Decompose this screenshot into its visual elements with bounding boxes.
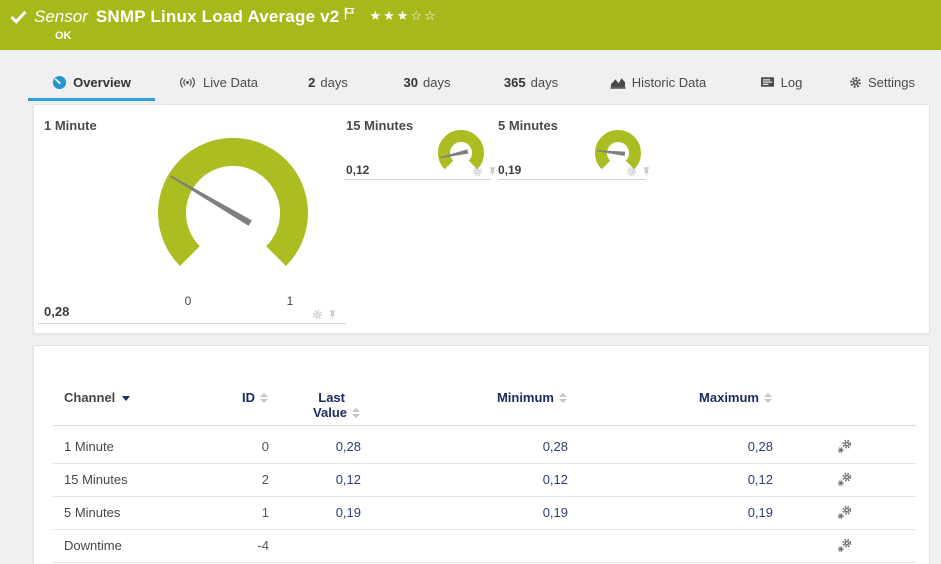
column-header-minimum-label: Minimum: [496, 390, 554, 405]
log-icon: [760, 76, 775, 88]
gauge-title-5-minutes: 5 Minutes: [498, 118, 558, 133]
cell-channel: 15 Minutes: [64, 472, 128, 487]
cell-id: 1: [261, 505, 269, 520]
tab-settings-label: Settings: [868, 74, 915, 90]
tab-overview-label: Overview: [73, 74, 131, 90]
cell-channel: Downtime: [64, 538, 122, 553]
tab-live-data[interactable]: Live Data: [168, 72, 268, 92]
gauge-value-15-minutes: 0,12: [346, 163, 370, 177]
sort-icon: [764, 393, 773, 403]
cell-minimum: 0,19: [542, 505, 568, 520]
table-row[interactable]: 15 Minutes 2 0,12 0,12 0,12: [53, 463, 916, 497]
cell-last-value: 0,12: [335, 472, 361, 487]
tab-2-days[interactable]: 2 days: [300, 72, 356, 92]
tab-overview[interactable]: Overview: [28, 72, 155, 101]
channels-table-panel: Channel ID Last Value Minimum Maximum 1 …: [33, 345, 930, 564]
cell-maximum: 0,19: [747, 505, 773, 520]
gauge-divider: [344, 179, 491, 180]
gauge-5-minutes-controls: [626, 166, 652, 177]
tab-2-days-number: 2: [308, 74, 316, 90]
gauge-tick-min: 0: [184, 294, 192, 308]
cell-maximum: 0,12: [747, 472, 773, 487]
gauge-value-1-minute: 0,28: [44, 304, 70, 319]
gauge-pin-icon[interactable]: [641, 166, 652, 177]
column-header-last-label: Last: [318, 390, 345, 405]
column-header-maximum[interactable]: Maximum: [568, 390, 773, 405]
column-header-maximum-label: Maximum: [699, 390, 759, 405]
table-header-row: Channel ID Last Value Minimum Maximum: [53, 390, 916, 426]
prtg-sensor-page: Sensor SNMP Linux Load Average v2 ★★★☆☆ …: [0, 0, 941, 564]
gauge-1-minute: [158, 138, 308, 266]
gauge-tick-max: 1: [286, 294, 294, 308]
tab-30-days[interactable]: 30 days: [396, 72, 458, 92]
tab-live-data-label: Live Data: [203, 74, 258, 90]
tab-30-days-label: days: [423, 74, 451, 90]
sensor-status-text: OK: [55, 30, 72, 42]
priority-stars[interactable]: ★★★☆☆: [369, 9, 437, 24]
cell-id: -4: [257, 538, 269, 553]
sort-icon: [352, 408, 361, 418]
sort-desc-icon: [122, 396, 131, 401]
cell-minimum: 0,12: [542, 472, 568, 487]
gauge-pin-icon[interactable]: [487, 166, 498, 177]
cell-last-value: 0,28: [335, 439, 361, 454]
tab-365-days[interactable]: 365 days: [497, 72, 565, 92]
cell-minimum: 0,28: [542, 439, 568, 454]
sensor-status-header: Sensor SNMP Linux Load Average v2 ★★★☆☆ …: [0, 0, 941, 50]
gauge-title-15-minutes: 15 Minutes: [346, 118, 414, 133]
gauge-value-5-minutes: 0,19: [498, 163, 522, 177]
gauge-settings-gear-icon[interactable]: [626, 166, 637, 177]
table-row[interactable]: 1 Minute 0 0,28 0,28 0,28: [53, 430, 916, 464]
tab-log[interactable]: Log: [755, 72, 807, 92]
column-header-value-label: Value: [313, 405, 347, 420]
channel-settings-gear-icon[interactable]: [837, 439, 852, 454]
channel-settings-gear-icon[interactable]: [837, 505, 852, 520]
gauge-icon: [52, 75, 67, 90]
column-header-minimum[interactable]: Minimum: [361, 390, 568, 405]
gauge-15-minutes-controls: [472, 166, 498, 177]
tab-30-days-number: 30: [403, 74, 418, 90]
priority-flag-icon[interactable]: [344, 7, 356, 20]
sort-icon: [260, 393, 269, 403]
object-kind-label: Sensor: [34, 7, 88, 26]
status-check-icon: [10, 10, 27, 24]
table-row[interactable]: Downtime -4: [53, 529, 916, 563]
cell-channel: 1 Minute: [64, 439, 114, 454]
gauges-panel: 1 Minute 0 1 0,28 15 Minutes 0,12 5 Minu…: [33, 104, 930, 334]
sort-icon: [559, 393, 568, 403]
tab-365-days-number: 365: [503, 74, 526, 90]
gauge-divider: [38, 323, 346, 324]
table-row[interactable]: 5 Minutes 1 0,19 0,19 0,19: [53, 496, 916, 530]
column-header-channel[interactable]: Channel: [53, 390, 233, 405]
cell-maximum: 0,28: [747, 439, 773, 454]
channel-settings-gear-icon[interactable]: [837, 472, 852, 487]
cell-last-value: 0,19: [335, 505, 361, 520]
tab-log-label: Log: [780, 74, 803, 90]
gauge-1-minute-controls: [312, 309, 338, 320]
column-header-channel-label: Channel: [64, 390, 116, 405]
column-header-id[interactable]: ID: [233, 390, 269, 405]
historic-chart-icon: [610, 76, 626, 89]
tab-historic-data-label: Historic Data: [631, 74, 707, 90]
cell-channel: 5 Minutes: [64, 505, 121, 520]
gauge-settings-gear-icon[interactable]: [472, 166, 483, 177]
tab-historic-data[interactable]: Historic Data: [605, 72, 711, 92]
gauge-divider: [498, 179, 646, 180]
gauge-title-1-minute: 1 Minute: [44, 118, 97, 133]
live-data-icon: [178, 76, 197, 89]
tab-settings[interactable]: Settings: [848, 72, 916, 92]
cell-id: 0: [261, 439, 269, 454]
column-header-id-label: ID: [242, 390, 255, 405]
channel-settings-gear-icon[interactable]: [837, 538, 852, 553]
gauge-pin-icon[interactable]: [327, 309, 338, 320]
column-header-last-value[interactable]: Last Value: [269, 390, 361, 420]
settings-gear-icon: [849, 76, 862, 89]
cell-id: 2: [261, 472, 269, 487]
gauge-settings-gear-icon[interactable]: [312, 309, 323, 320]
tab-2-days-label: days: [320, 74, 348, 90]
tab-365-days-label: days: [530, 74, 559, 90]
sensor-title: SNMP Linux Load Average v2: [95, 7, 340, 26]
